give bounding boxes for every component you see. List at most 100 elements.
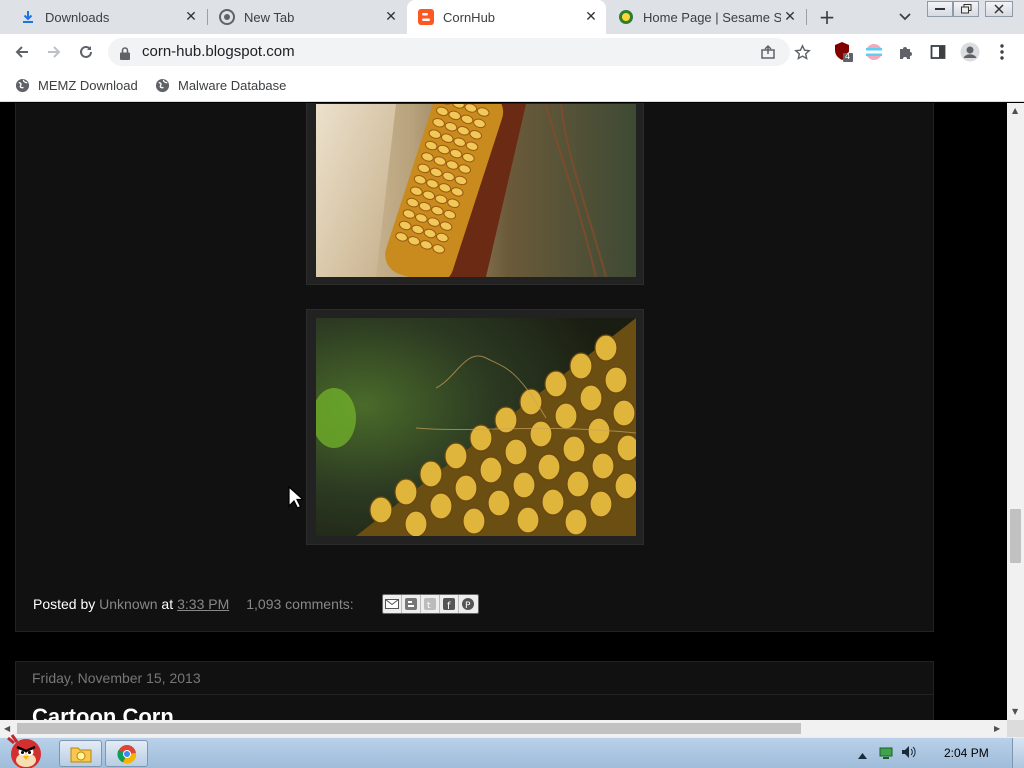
network-icon[interactable] [879, 744, 893, 763]
reload-icon [80, 45, 92, 58]
new-tab-button[interactable]: + [816, 6, 838, 28]
system-tray [858, 738, 917, 768]
bookmark-label: MEMZ Download [38, 77, 138, 93]
bookmark-star-button[interactable] [790, 40, 814, 64]
arrow-left-icon [15, 46, 28, 58]
post-footer: Posted by Unknown at 3:33 PM 1,093 comme… [33, 594, 479, 614]
url-text[interactable]: corn-hub.blogspot.com [142, 43, 295, 60]
blogger-icon [418, 9, 434, 25]
start-button[interactable] [2, 732, 48, 768]
close-window-button[interactable] [985, 1, 1013, 17]
horizontal-scroll-thumb[interactable] [17, 723, 801, 734]
restore-button[interactable] [953, 1, 979, 17]
back-button[interactable] [10, 40, 34, 64]
chrome-icon [219, 9, 235, 25]
bookmarks-bar: MEMZ Download Malware Database [0, 70, 1024, 102]
address-bar[interactable]: corn-hub.blogspot.com [108, 38, 790, 66]
tab-cornhub[interactable]: CornHub ✕ [407, 0, 606, 34]
tab-sesame-street[interactable]: Home Page | Sesame St ✕ [607, 0, 805, 34]
sesame-street-icon [618, 9, 634, 25]
show-desktop-button[interactable] [1012, 738, 1024, 768]
pinterest-share-button[interactable]: P [459, 595, 478, 613]
tab-close-button[interactable]: ✕ [182, 8, 200, 26]
minimize-button[interactable] [927, 1, 953, 17]
twitter-share-button[interactable]: t [421, 595, 440, 613]
blogger-icon [404, 598, 417, 610]
bookmark-malware-database[interactable]: Malware Database [154, 77, 286, 93]
corn-photo-1[interactable] [316, 104, 636, 277]
pinterest-icon: P [462, 598, 475, 610]
globe-icon [14, 77, 30, 93]
scroll-down-arrow-icon[interactable]: ▼ [1012, 707, 1018, 716]
chevron-up-icon[interactable] [858, 744, 867, 763]
next-blog-post: Friday, November 15, 2013 Cartoon Corn [15, 661, 934, 720]
volume-icon[interactable] [901, 744, 917, 763]
shield-icon [835, 42, 853, 62]
blogger-share-button[interactable] [402, 595, 421, 613]
lock-icon[interactable] [120, 45, 130, 64]
svg-text:f: f [447, 601, 451, 610]
tab-separator [806, 9, 807, 25]
close-icon [994, 4, 1004, 14]
post-image-frame [306, 103, 644, 285]
menu-button[interactable] [990, 40, 1014, 64]
email-share-button[interactable] [383, 595, 402, 613]
minimize-icon [935, 8, 945, 10]
arrow-right-icon [48, 46, 61, 58]
taskbar-clock[interactable]: 2:04 PM [944, 746, 989, 760]
taskbar-explorer-button[interactable] [59, 740, 102, 767]
at-label: at [161, 596, 174, 612]
post-title[interactable]: Cartoon Corn [32, 704, 174, 720]
desktop-screen: Downloads ✕ New Tab ✕ CornHub ✕ Home Pag… [0, 0, 1024, 768]
tab-new-tab[interactable]: New Tab ✕ [208, 0, 406, 34]
tab-label: Downloads [45, 9, 110, 25]
vertical-scroll-thumb[interactable] [1010, 509, 1021, 563]
post-image-frame [306, 309, 644, 545]
tab-downloads[interactable]: Downloads ✕ [0, 0, 206, 34]
side-panel-button[interactable] [926, 40, 950, 64]
scrollbar-corner [1007, 720, 1024, 737]
tab-close-button[interactable]: ✕ [781, 8, 799, 26]
bookmark-memz-download[interactable]: MEMZ Download [14, 77, 138, 93]
extension-badge: 4 [845, 51, 851, 61]
share-page-icon[interactable] [760, 44, 776, 64]
tab-label: New Tab [244, 9, 295, 25]
mouse-cursor-icon [288, 485, 305, 514]
reload-button[interactable] [74, 40, 98, 64]
scroll-up-arrow-icon[interactable]: ▲ [1012, 106, 1018, 115]
flag-extension-button[interactable] [862, 40, 886, 64]
avatar-icon [960, 42, 980, 62]
restore-icon [960, 4, 971, 14]
download-icon [20, 9, 36, 25]
tab-label: Home Page | Sesame St [643, 9, 781, 25]
facebook-icon: f [442, 598, 455, 610]
svg-text:t: t [427, 601, 431, 610]
share-buttons: t f P [381, 594, 479, 614]
vertical-scrollbar[interactable]: ▲ ▼ [1007, 103, 1024, 720]
blog-post: Posted by Unknown at 3:33 PM 1,093 comme… [15, 103, 934, 632]
profile-button[interactable] [958, 40, 982, 64]
forward-button[interactable] [42, 40, 66, 64]
angry-bird-icon [7, 734, 41, 768]
tab-close-button[interactable]: ✕ [582, 8, 600, 26]
author-link[interactable]: Unknown [99, 596, 157, 612]
corn-photo-2[interactable] [316, 318, 636, 536]
comments-link[interactable]: 1,093 comments: [246, 596, 353, 612]
extensions-button[interactable] [894, 40, 918, 64]
page-viewport[interactable]: Posted by Unknown at 3:33 PM 1,093 comme… [0, 103, 1007, 720]
post-timestamp-link[interactable]: 3:33 PM [177, 596, 229, 612]
taskbar: 2:04 PM [0, 734, 1024, 768]
side-panel-icon [930, 45, 946, 59]
taskbar-chrome-button[interactable] [105, 740, 148, 767]
chrome-icon [116, 744, 136, 764]
tab-search-button[interactable] [894, 6, 916, 28]
facebook-share-button[interactable]: f [440, 595, 459, 613]
scroll-right-arrow-icon[interactable]: ▶ [994, 724, 1000, 733]
tab-close-button[interactable]: ✕ [382, 8, 400, 26]
ublock-extension-button[interactable]: 4 [832, 40, 856, 64]
email-icon [384, 599, 399, 609]
more-vertical-icon [1000, 44, 1004, 60]
horizontal-scrollbar[interactable]: ◀ ▶ [0, 720, 1007, 737]
star-icon [793, 43, 811, 60]
twitter-icon: t [423, 598, 436, 610]
